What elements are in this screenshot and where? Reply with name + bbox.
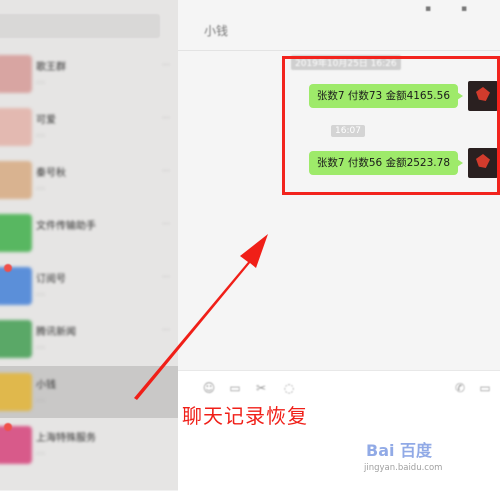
watermark: Bai 百度 jingyan.baidu.com	[360, 435, 490, 485]
arrow-icon	[134, 234, 268, 400]
annotation-caption: 聊天记录恢复	[182, 404, 308, 428]
baidu-logo: Bai 百度	[366, 441, 433, 460]
watermark-url: jingyan.baidu.com	[364, 463, 443, 473]
